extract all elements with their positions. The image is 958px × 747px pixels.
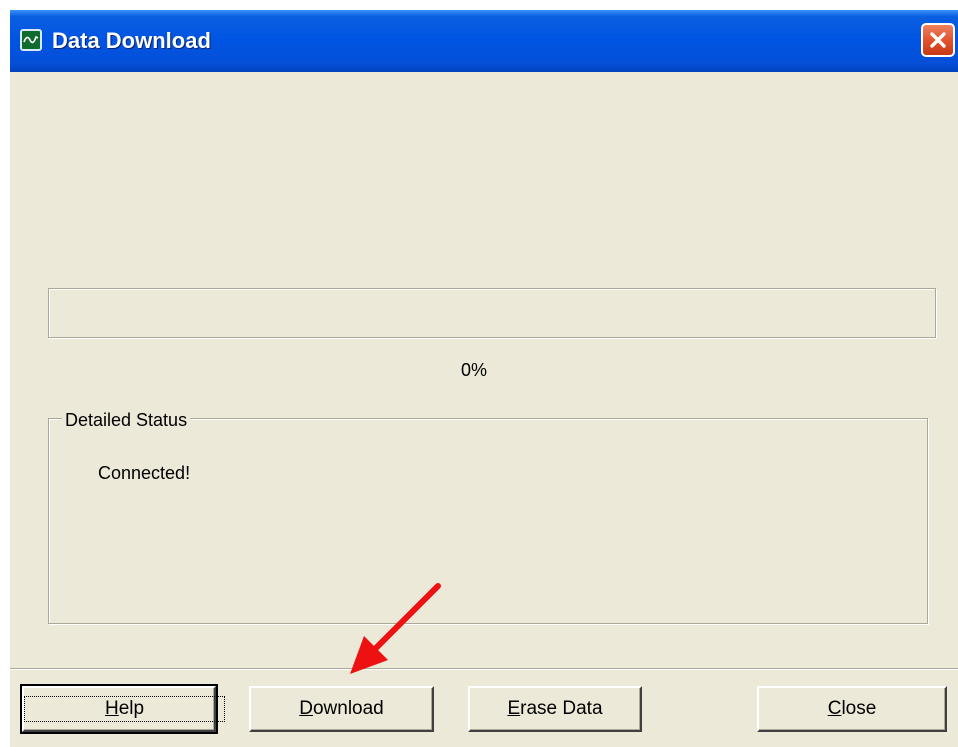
erase-data-button-label: rase Data	[520, 698, 603, 719]
close-x-icon[interactable]	[921, 23, 955, 57]
detailed-status-group	[48, 418, 928, 624]
close-button[interactable]: Close	[757, 686, 947, 732]
detailed-status-label: Detailed Status	[62, 409, 191, 431]
button-separator	[10, 668, 958, 670]
close-button-mnemonic: C	[827, 698, 842, 719]
erase-data-button[interactable]: Erase Data	[468, 686, 642, 732]
download-button[interactable]: Download	[249, 686, 434, 732]
close-button-label: lose	[841, 698, 877, 719]
title-bar[interactable]: Data Download	[10, 10, 958, 72]
help-button-mnemonic: H	[105, 698, 119, 719]
progress-bar	[48, 288, 936, 338]
erase-data-button-mnemonic: E	[507, 698, 521, 719]
data-download-dialog: Data Download 0% Detailed Status Connect…	[10, 10, 958, 747]
download-button-mnemonic: D	[299, 698, 313, 719]
help-button-label: elp	[118, 698, 145, 719]
progress-percent: 0%	[460, 360, 487, 380]
window-title: Data Download	[52, 28, 211, 53]
status-message: Connected!	[98, 463, 191, 483]
help-button[interactable]: Help	[20, 684, 226, 734]
download-button-label: ownload	[312, 698, 384, 719]
chart-monitor-icon	[20, 29, 42, 51]
